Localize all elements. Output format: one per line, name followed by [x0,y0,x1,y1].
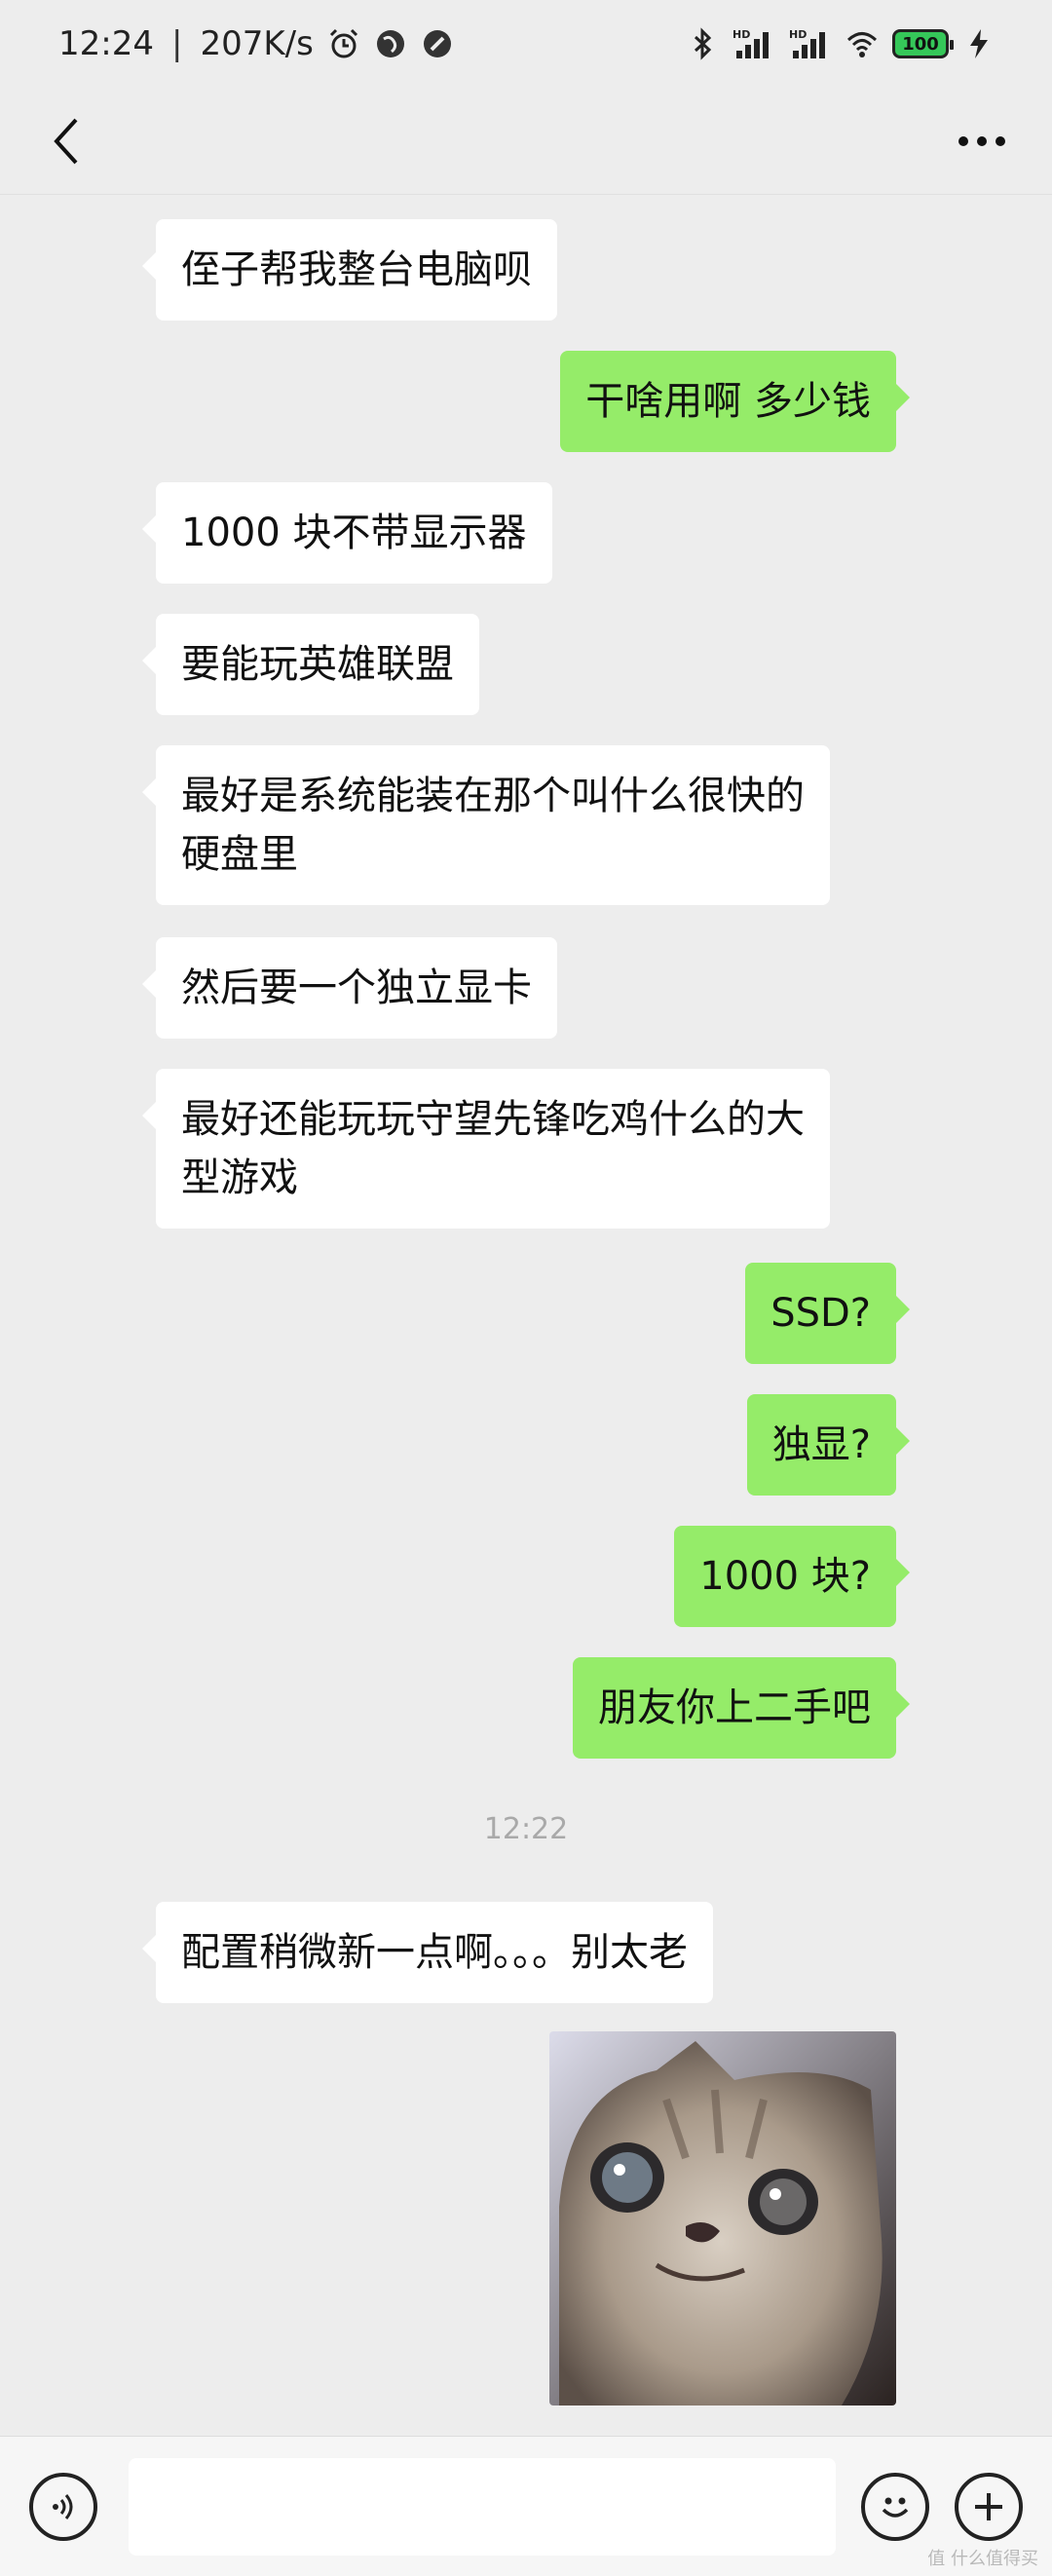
emoji-button[interactable] [861,2472,929,2541]
message-bubble-outgoing[interactable]: 1000 块? [674,1526,910,1627]
chat-area[interactable]: 侄子帮我整台电脑呗 干啥用啊 多少钱 1000 块不带显示器 要能玩英雄联盟 最… [0,195,1052,2436]
blocked-icon [423,30,451,57]
back-button[interactable] [35,110,97,172]
wifi-icon [846,32,878,57]
voice-button[interactable] [29,2472,97,2541]
chevron-left-icon [54,118,78,164]
more-dots-icon [958,135,1005,146]
plus-icon [975,2492,1002,2520]
more-functions-button[interactable] [955,2472,1023,2541]
network-speed: 207K/s [200,24,314,63]
cat-photo-icon [549,2031,896,2406]
battery-level: 100 [902,33,939,55]
message-bubble-incoming[interactable]: 最好还能玩玩守望先锋吃鸡什么的大 型游戏 [142,1069,830,1229]
signal-hd-icon-2: HD [789,28,825,58]
message-bubble-outgoing[interactable]: SSD? [745,1263,910,1364]
message-bubble-outgoing[interactable]: 干啥用啊 多少钱 [560,351,910,452]
message-bubble-outgoing[interactable]: 独显? [746,1394,911,1496]
nav-bar [0,88,1052,195]
battery-indicator: 100 [892,29,954,58]
message-bubble-incoming[interactable]: 侄子帮我整台电脑呗 [142,219,557,321]
bluetooth-icon [694,27,712,60]
status-time: 12:24 [58,24,154,63]
message-bubble-incoming[interactable]: 要能玩英雄联盟 [142,614,479,715]
image-message[interactable] [549,2031,896,2406]
voice-icon [53,2493,73,2519]
emoji-icon [882,2497,909,2518]
message-bubble-incoming[interactable]: 配置稍微新一点啊。。。别太老 [142,1902,713,2003]
message-bubble-incoming[interactable]: 最好是系统能装在那个叫什么很快的 硬盘里 [142,745,830,905]
input-bar: 值 什么值得买 [0,2436,1052,2576]
status-separator: | [170,24,183,63]
globe-icon [376,30,404,57]
message-bubble-incoming[interactable]: 然后要一个独立显卡 [142,937,557,1039]
watermark: 值 什么值得买 [927,2549,1038,2569]
more-button[interactable] [951,110,1013,172]
message-input[interactable] [129,2457,836,2556]
status-bar: 12:24 | 207K/s HD HD 100 [0,0,1052,88]
signal-hd-icon: HD [733,28,769,58]
alarm-icon [329,28,357,58]
message-timestamp: 12:22 [483,1812,569,1846]
charging-icon [970,29,988,58]
message-bubble-outgoing[interactable]: 朋友你上二手吧 [573,1657,910,1759]
svg-text:HD: HD [789,28,807,41]
message-bubble-incoming[interactable]: 1000 块不带显示器 [142,482,552,584]
svg-text:HD: HD [733,28,750,41]
